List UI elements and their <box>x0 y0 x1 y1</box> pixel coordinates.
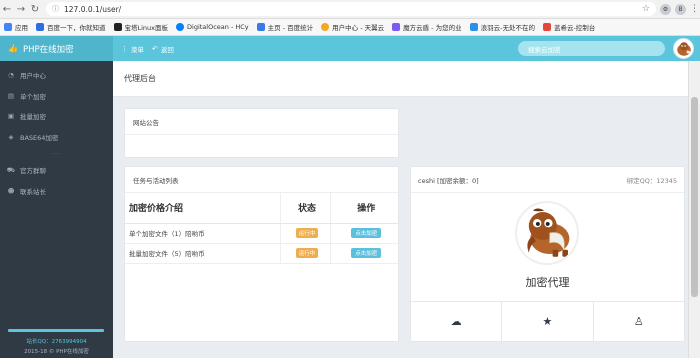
column-header: 操作 <box>330 193 398 224</box>
users-icon: ☻ <box>7 186 15 195</box>
sidebar-item-user-center[interactable]: ◔ 用户中心 <box>0 65 113 86</box>
column-header: 加密价格介绍 <box>125 193 281 224</box>
bookmark-item[interactable]: 魔方云盾 - 为您的业 <box>392 22 462 32</box>
bookmark-item[interactable]: 浪羽云-无处不在的 <box>469 22 535 32</box>
cloud-button[interactable]: ☁ <box>411 302 503 341</box>
file-icon: ▤ <box>7 91 15 100</box>
back-button[interactable]: ↶ 返回 <box>152 44 174 54</box>
cloud-icon <box>321 23 330 31</box>
cart-icon: ⛟ <box>6 165 16 174</box>
cloud-icon: ☁ <box>450 315 462 328</box>
sidebar-footer: 站长QQ：2763994904 2015-18 © PHP在线加密 <box>0 326 113 358</box>
copyright: 2015-18 © PHP在线加密 <box>24 349 89 355</box>
mammoth-icon <box>527 208 570 257</box>
menu-icon: ⋮ <box>121 44 128 53</box>
admin-qq: 站长QQ：2763994904 <box>26 339 87 345</box>
extension-icon[interactable]: ⚙ <box>660 3 671 15</box>
task-name: 单个加密文件（1）陪哟币 <box>125 223 281 244</box>
menu-button[interactable]: ⋮ 菜单 <box>121 44 144 54</box>
folder-icon: ▣ <box>7 112 15 121</box>
shield-icon: ◈ <box>8 132 14 141</box>
notice-panel: 网站公告 <box>124 108 399 158</box>
bound-qq: 绑定QQ：12345 <box>626 176 677 185</box>
address-bar[interactable]: ⓘ 127.0.0.1/user/ ☆ <box>46 2 656 16</box>
baidu-stats-icon <box>256 23 265 31</box>
bookmark-item[interactable]: 宝塔Linux面板 <box>113 22 168 32</box>
cube-icon <box>392 23 401 31</box>
encrypt-button[interactable]: 点击加密 <box>351 228 382 238</box>
bookmark-item[interactable]: 蓝希云-控制台 <box>542 22 595 32</box>
column-header: 状态 <box>280 193 331 224</box>
agent-header: ceshi [加密余额：0] 绑定QQ：12345 <box>411 167 684 193</box>
tasks-table: 加密价格介绍 状态 操作 单个加密文件（1）陪哟币 运行中 点击加密 批量加密文… <box>125 193 398 264</box>
baidu-icon <box>36 23 44 31</box>
bookmark-item[interactable]: 应用 <box>4 22 28 32</box>
status-badge: 运行中 <box>295 248 319 258</box>
wave-icon <box>469 23 478 31</box>
app-header: 👍 PHP在线加密 ⋮ 菜单 ↶ 返回 搜索云加密 <box>0 36 700 61</box>
sidebar: ◔ 用户中心 ▤ 单个加密 ▣ 批量加密 ◈ BASE64加密 ··· ⛟ 官方… <box>0 61 113 358</box>
back-arrow-icon[interactable]: ← <box>0 2 14 16</box>
sidebar-item-base64[interactable]: ◈ BASE64加密 <box>0 127 113 148</box>
bookmarks-bar: 应用 百度一下，你就知道 宝塔Linux面板 DigitalOcean - HC… <box>0 19 700 36</box>
digitalocean-icon <box>176 23 185 31</box>
sidebar-item-official-group[interactable]: ⛟ 官方群聊 <box>0 160 113 181</box>
dashboard-icon: ◔ <box>8 71 14 80</box>
info-icon[interactable]: ⓘ <box>52 4 59 14</box>
sidebar-item-contact[interactable]: ☻ 联系站长 <box>0 181 113 202</box>
agent-avatar <box>515 201 579 265</box>
menu-dots-icon[interactable]: ⋮ <box>690 4 699 14</box>
url-text: 127.0.0.1/user/ <box>64 4 122 14</box>
agent-actions: ☁ ★ ♙ <box>411 301 684 341</box>
tasks-title: 任务与活动列表 <box>125 167 398 193</box>
sidebar-item-single-encrypt[interactable]: ▤ 单个加密 <box>0 86 113 107</box>
table-row: 批量加密文件（5）陪哟币 运行中 点击加密 <box>125 243 398 264</box>
search-input[interactable]: 搜索云加密 <box>518 41 665 56</box>
reload-icon[interactable]: ↻ <box>28 2 42 16</box>
bookmark-item[interactable]: DigitalOcean - HCy <box>176 23 249 31</box>
avatar[interactable] <box>673 38 694 59</box>
bookmark-star-icon[interactable]: ☆ <box>642 4 650 14</box>
browser-toolbar: ← → ↻ ⓘ 127.0.0.1/user/ ☆ ⚙ B ⋮ <box>0 0 700 19</box>
encrypt-button[interactable]: 点击加密 <box>351 248 382 258</box>
notice-title: 网站公告 <box>125 109 398 135</box>
brand[interactable]: 👍 PHP在线加密 <box>0 36 113 61</box>
bookmark-item[interactable]: 主页 - 百度统计 <box>256 22 313 32</box>
thumbs-up-icon: 👍 <box>8 44 18 53</box>
bookmark-item[interactable]: 用户中心 - 天翼云 <box>321 22 384 32</box>
bluehost-icon <box>542 23 551 31</box>
agent-title: 加密代理 <box>525 276 570 289</box>
reply-icon: ↶ <box>152 44 158 53</box>
status-badge: 运行中 <box>295 228 319 238</box>
scrollbar-thumb[interactable] <box>691 97 698 297</box>
star-icon: ★ <box>542 315 553 328</box>
sidebar-item-batch-encrypt[interactable]: ▣ 批量加密 <box>0 106 113 127</box>
agent-panel: ceshi [加密余额：0] 绑定QQ：12345 加密代理 ☁ ★ ♙ <box>410 166 685 342</box>
tasks-panel: 任务与活动列表 加密价格介绍 状态 操作 单个加密文件（1）陪哟币 运行中 点击… <box>124 166 399 342</box>
profile-icon[interactable]: B <box>675 3 686 15</box>
main-content: 代理后台 网站公告 任务与活动列表 加密价格介绍 状态 操作 单个加密文件（1）… <box>113 61 700 358</box>
mammoth-icon <box>676 41 691 56</box>
agent-user: ceshi [加密余额：0] <box>418 176 479 185</box>
forward-arrow-icon[interactable]: → <box>14 2 28 16</box>
star-button[interactable]: ★ <box>502 302 594 341</box>
table-header-row: 加密价格介绍 状态 操作 <box>125 193 398 224</box>
bt-panel-icon <box>113 23 122 31</box>
bookmark-item[interactable]: 百度一下，你就知道 <box>36 22 106 32</box>
brand-title: PHP在线加密 <box>22 44 74 55</box>
task-name: 批量加密文件（5）陪哟币 <box>125 243 281 264</box>
person-icon: ♙ <box>633 315 644 328</box>
scrollbar[interactable] <box>688 61 700 358</box>
page-title: 代理后台 <box>113 61 688 97</box>
person-button[interactable]: ♙ <box>594 302 684 341</box>
table-row: 单个加密文件（1）陪哟币 运行中 点击加密 <box>125 223 398 244</box>
sidebar-separator: ··· <box>51 149 62 158</box>
apps-grid-icon <box>4 23 12 31</box>
divider <box>8 329 104 332</box>
